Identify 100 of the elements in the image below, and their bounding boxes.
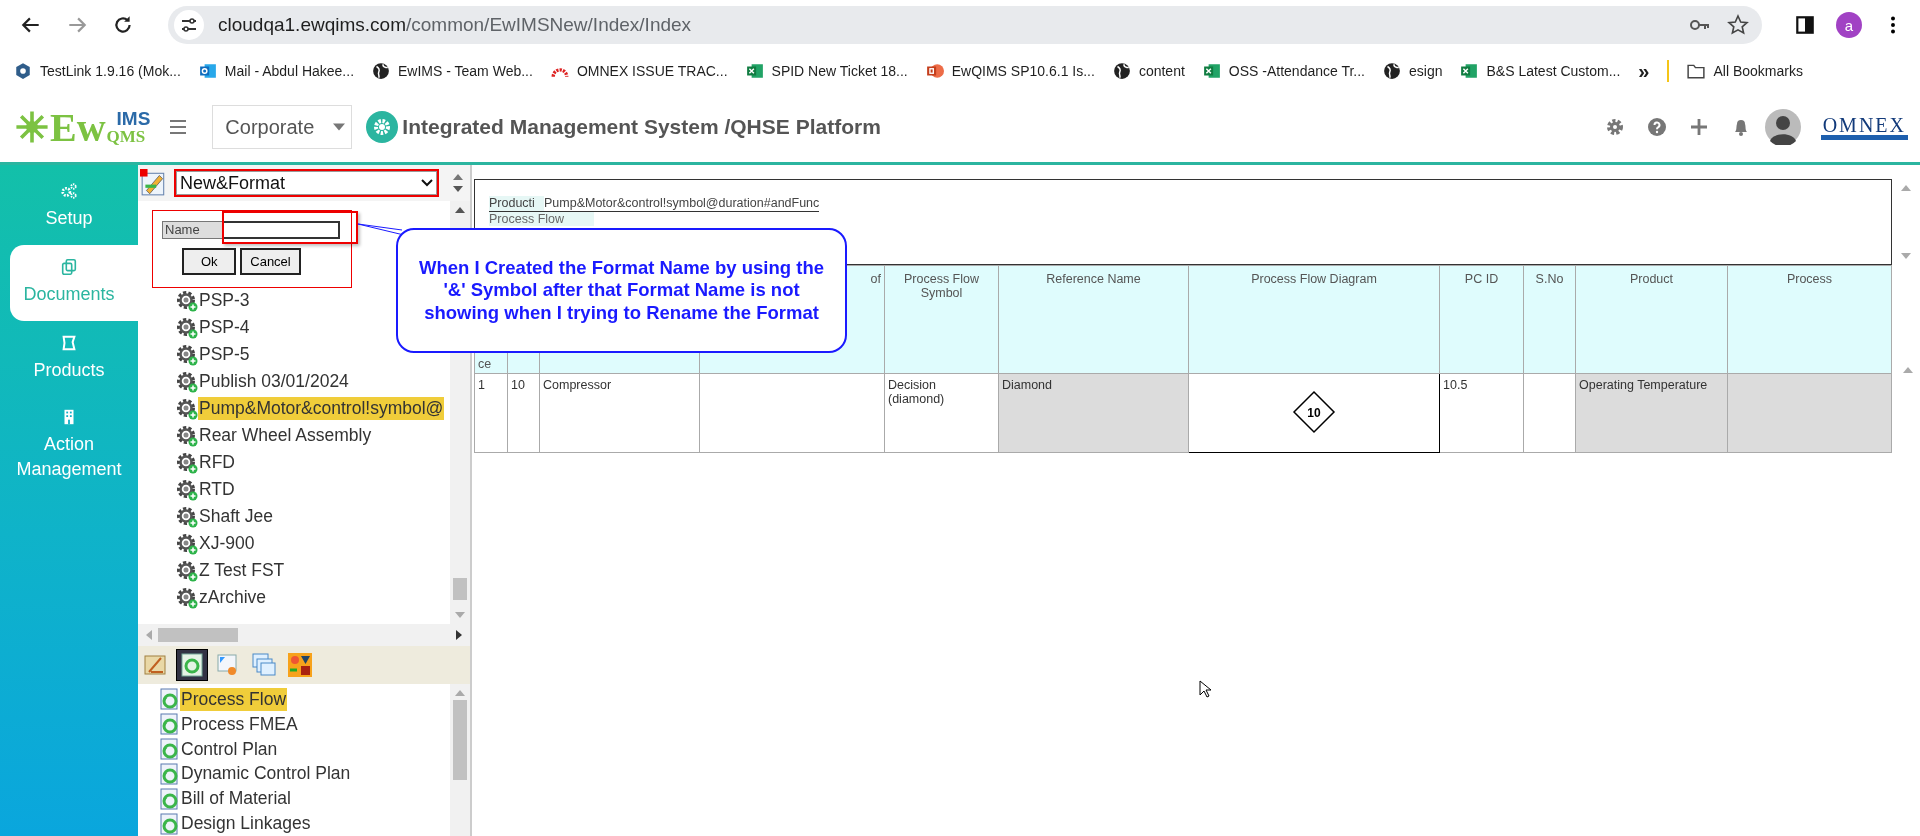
gear-icon (176, 370, 198, 393)
tree-item[interactable]: RFD (176, 449, 236, 476)
tree-item[interactable]: RTD (176, 476, 236, 503)
tree-item[interactable]: Shaft Jee (176, 503, 274, 530)
tree-item[interactable]: PSP-3 (176, 287, 251, 314)
tree-item[interactable]: Z Test FST (176, 557, 286, 584)
site-settings-icon[interactable] (174, 10, 204, 40)
column-header: Reference Name (998, 265, 1189, 374)
gear-icon (176, 586, 198, 609)
scrollbar[interactable] (138, 624, 470, 646)
bookmark[interactable]: OSS -Attendance Tr... (1202, 62, 1365, 80)
name-label: Name (162, 221, 222, 239)
bookmark[interactable]: TestLink 1.9.16 (Mok... (14, 62, 181, 80)
gear-icon (176, 316, 198, 339)
bookmark[interactable]: EwQIMS SP10.6.1 Is... (925, 62, 1095, 80)
document-type-item[interactable]: Bill of Material (160, 786, 292, 812)
dialog-button[interactable]: Ok (182, 248, 237, 275)
globe-icon (1383, 62, 1401, 80)
spreadsheet-icon (1202, 62, 1221, 80)
document-type-item[interactable]: Dynamic Control Plan (160, 761, 352, 787)
url-text: cloudqa1.ewqims.com/common/EwIMSNew/Index/Index (218, 14, 692, 36)
profile-avatar[interactable]: a (1836, 12, 1862, 38)
shapes-icon (287, 652, 313, 678)
format-dropdown[interactable]: New&Format (174, 169, 439, 197)
gear-icon (176, 559, 198, 582)
table-cell: 10.5 (1439, 373, 1524, 453)
column-header: Product (1575, 265, 1728, 374)
bookmark[interactable]: OMNEX ISSUE TRAC... (550, 62, 728, 80)
all-bookmarks-button[interactable]: All Bookmarks (1687, 62, 1803, 80)
bookmark[interactable]: content (1112, 62, 1185, 80)
table-cell: 10 (507, 373, 540, 453)
dialog-button[interactable]: Cancel (240, 248, 301, 275)
gear-icon (176, 532, 198, 555)
bookmark[interactable]: esign (1383, 62, 1443, 80)
document-type-label: Process Flow (489, 212, 595, 226)
decision-diamond: 10 (1292, 389, 1336, 434)
tree-item[interactable]: Publish 03/01/2024 (176, 368, 350, 395)
toolbar-button[interactable] (176, 649, 208, 681)
document-type-item[interactable]: Control Plan (160, 736, 279, 762)
bookmark[interactable]: EwIMS - Team Web... (372, 62, 533, 80)
breadcrumb-link[interactable]: Producti (489, 196, 544, 212)
frame-icon (60, 334, 78, 353)
settings-icon[interactable] (1604, 117, 1625, 137)
scroll-down-icon[interactable] (453, 186, 463, 192)
column-header: S.No (1523, 265, 1576, 374)
document-cycle-icon (160, 787, 180, 810)
chevron-icon (421, 179, 433, 187)
gear-icon (176, 505, 198, 528)
caret-icon (333, 123, 346, 131)
column-header: Process Flow Diagram (1188, 265, 1440, 374)
scrollbar[interactable] (450, 684, 470, 836)
gear-icon (176, 343, 198, 366)
help-icon[interactable] (1646, 117, 1667, 137)
document-type-item[interactable]: Process FMEA (160, 711, 299, 737)
folder-icon (1687, 62, 1706, 80)
app-title: Integrated Management System /QHSE Platform (402, 115, 881, 139)
gear-icon (176, 289, 198, 312)
gear-icon (176, 478, 198, 501)
column-header: Process (1727, 265, 1892, 374)
column-header: PC ID (1439, 265, 1524, 374)
bookmark[interactable]: Mail - Abdul Hakee... (198, 62, 354, 80)
document-cycle-icon (160, 738, 180, 761)
scroll-up-icon[interactable] (455, 207, 465, 213)
slides-icon (925, 62, 944, 80)
tree-item[interactable]: PSP-4 (176, 314, 251, 341)
table-cell: 1 (474, 373, 508, 453)
bookmark[interactable]: SPID New Ticket 18... (745, 62, 908, 80)
tables-icon (251, 652, 277, 678)
tree-item[interactable]: PSP-5 (176, 341, 251, 368)
cycle-icon (179, 652, 205, 678)
brand-logo: OMNEX (1820, 114, 1908, 140)
address-bar[interactable]: cloudqa1.ewqims.com/common/EwIMSNew/Index/Index (168, 6, 1762, 44)
user-avatar[interactable] (1764, 109, 1801, 145)
scroll-thumb[interactable] (453, 700, 467, 780)
add-icon[interactable] (1688, 117, 1709, 137)
spreadsheet-icon (1460, 62, 1479, 80)
more-bookmarks-button[interactable]: » (1638, 59, 1650, 83)
site-dropdown[interactable]: Corporate (212, 105, 353, 149)
star-icon[interactable] (1726, 13, 1750, 37)
name-input[interactable] (222, 221, 340, 239)
spreadsheet-icon (745, 62, 764, 80)
document-cycle-icon (160, 762, 180, 785)
scroll-thumb[interactable] (158, 628, 238, 642)
mail-icon (198, 62, 217, 80)
gears-icon (60, 182, 78, 201)
table-cell: Compressor (539, 373, 700, 453)
document-cycle-icon (160, 713, 180, 736)
tree-item[interactable]: Rear Wheel Assembly (176, 422, 373, 449)
scroll-right-icon[interactable] (456, 630, 462, 640)
ruler-icon (143, 652, 169, 678)
annotation-tooltip: When I Created the Format Name by using the '&' Symbol after that Format Name is not showing when I trying to Rename the Format (396, 228, 847, 353)
document-type-item[interactable]: Design Linkages (160, 811, 312, 836)
cursor-icon (1199, 680, 1211, 698)
table-cell: Operating Temperature (1575, 373, 1728, 453)
tree-item[interactable]: XJ-900 (176, 530, 256, 557)
bookmark[interactable]: B&S Latest Custom... (1460, 62, 1621, 80)
scroll-thumb[interactable] (453, 578, 467, 600)
tree-item[interactable]: zArchive (176, 584, 268, 611)
scroll-up-icon[interactable] (453, 174, 463, 180)
table-cell: Decision (diamond) (884, 373, 999, 453)
